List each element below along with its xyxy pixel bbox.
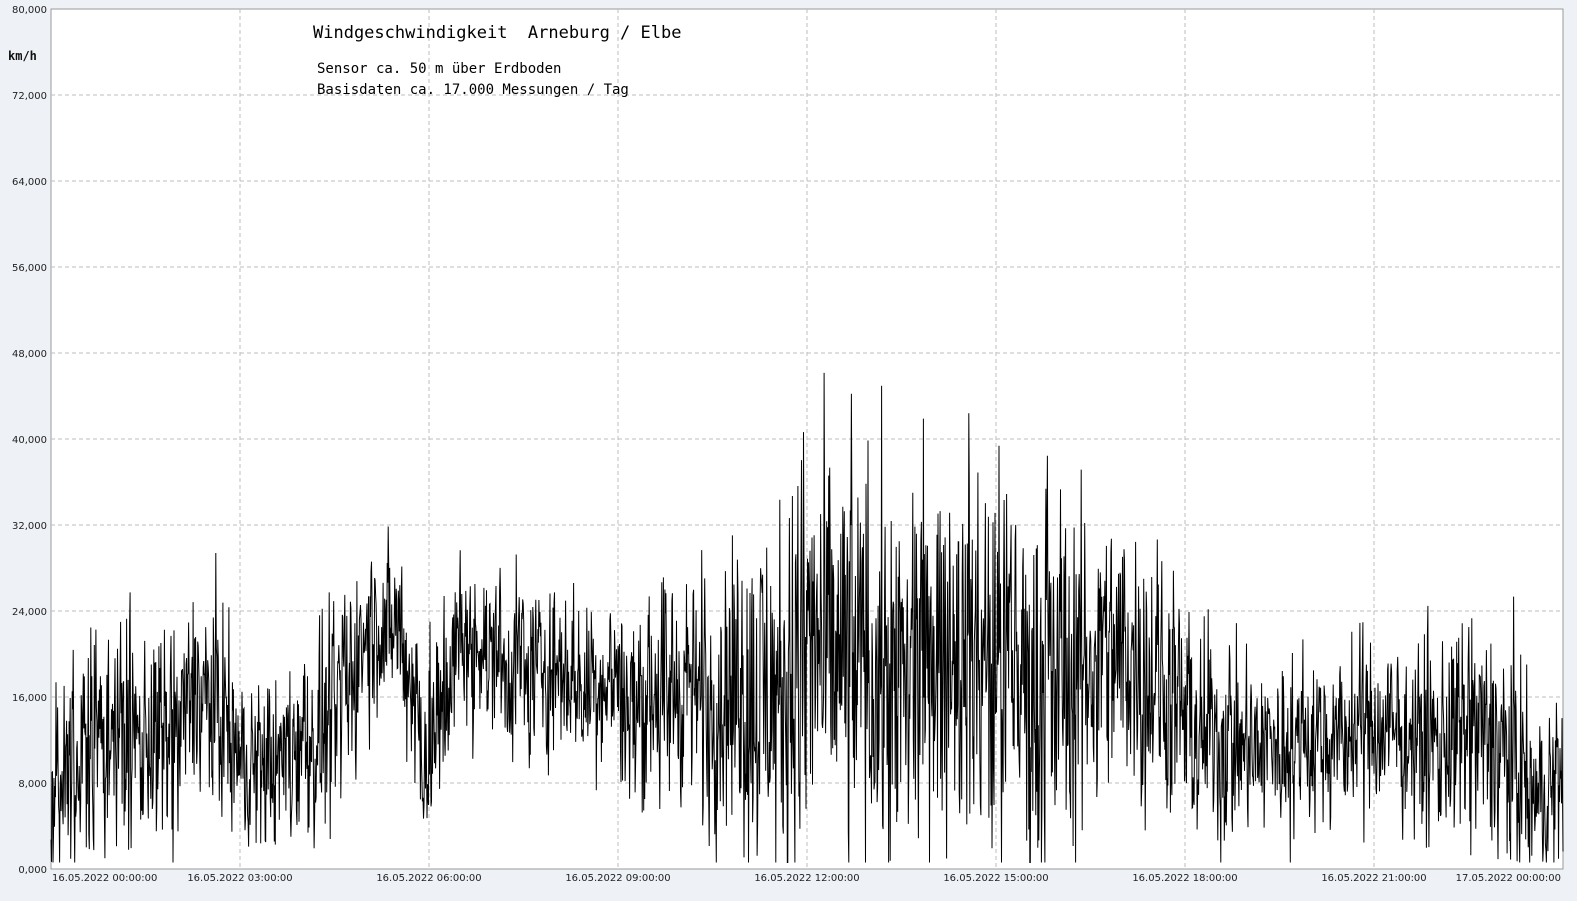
y-tick-label: 0,000 xyxy=(18,865,47,876)
y-tick-label: 72,000 xyxy=(12,91,47,102)
y-tick-label: 8,000 xyxy=(18,779,47,790)
y-tick-label: 24,000 xyxy=(12,607,47,618)
x-tick-label: 16.05.2022 18:00:00 xyxy=(1132,873,1237,884)
y-tick-label: 80,000 xyxy=(12,5,47,16)
x-tick-label: 16.05.2022 03:00:00 xyxy=(187,873,292,884)
y-tick-label: 48,000 xyxy=(12,349,47,360)
y-tick-label: 40,000 xyxy=(12,435,47,446)
x-tick-label: 16.05.2022 21:00:00 xyxy=(1321,873,1426,884)
y-tick-label: 32,000 xyxy=(12,521,47,532)
y-tick-label: 56,000 xyxy=(12,263,47,274)
chart-subtitle-sensor: Sensor ca. 50 m über Erdboden xyxy=(317,61,561,77)
y-tick-label: 64,000 xyxy=(12,177,47,188)
chart-subtitle-basis: Basisdaten ca. 17.000 Messungen / Tag xyxy=(317,82,629,98)
y-axis-ticks: 0,000 8,000 16,000 24,000 32,000 40,000 48,000… xyxy=(12,5,47,876)
x-tick-label: 17.05.2022 00:00:00 xyxy=(1456,873,1561,884)
x-axis-ticks: 16.05.2022 00:00:00 16.05.2022 03:00:00 16… xyxy=(52,873,1561,884)
x-tick-label: 16.05.2022 12:00:00 xyxy=(754,873,859,884)
chart-title: Windgeschwindigkeit Arneburg / Elbe xyxy=(313,23,681,43)
y-axis-unit-label: km/h xyxy=(8,49,37,63)
x-tick-label: 16.05.2022 09:00:00 xyxy=(565,873,670,884)
x-tick-label: 16.05.2022 15:00:00 xyxy=(943,873,1048,884)
wind-speed-chart: 0,000 8,000 16,000 24,000 32,000 40,000 48,000… xyxy=(8,5,1564,884)
x-tick-label: 16.05.2022 06:00:00 xyxy=(376,873,481,884)
y-tick-label: 16,000 xyxy=(12,693,47,704)
x-tick-label: 16.05.2022 00:00:00 xyxy=(52,873,157,884)
